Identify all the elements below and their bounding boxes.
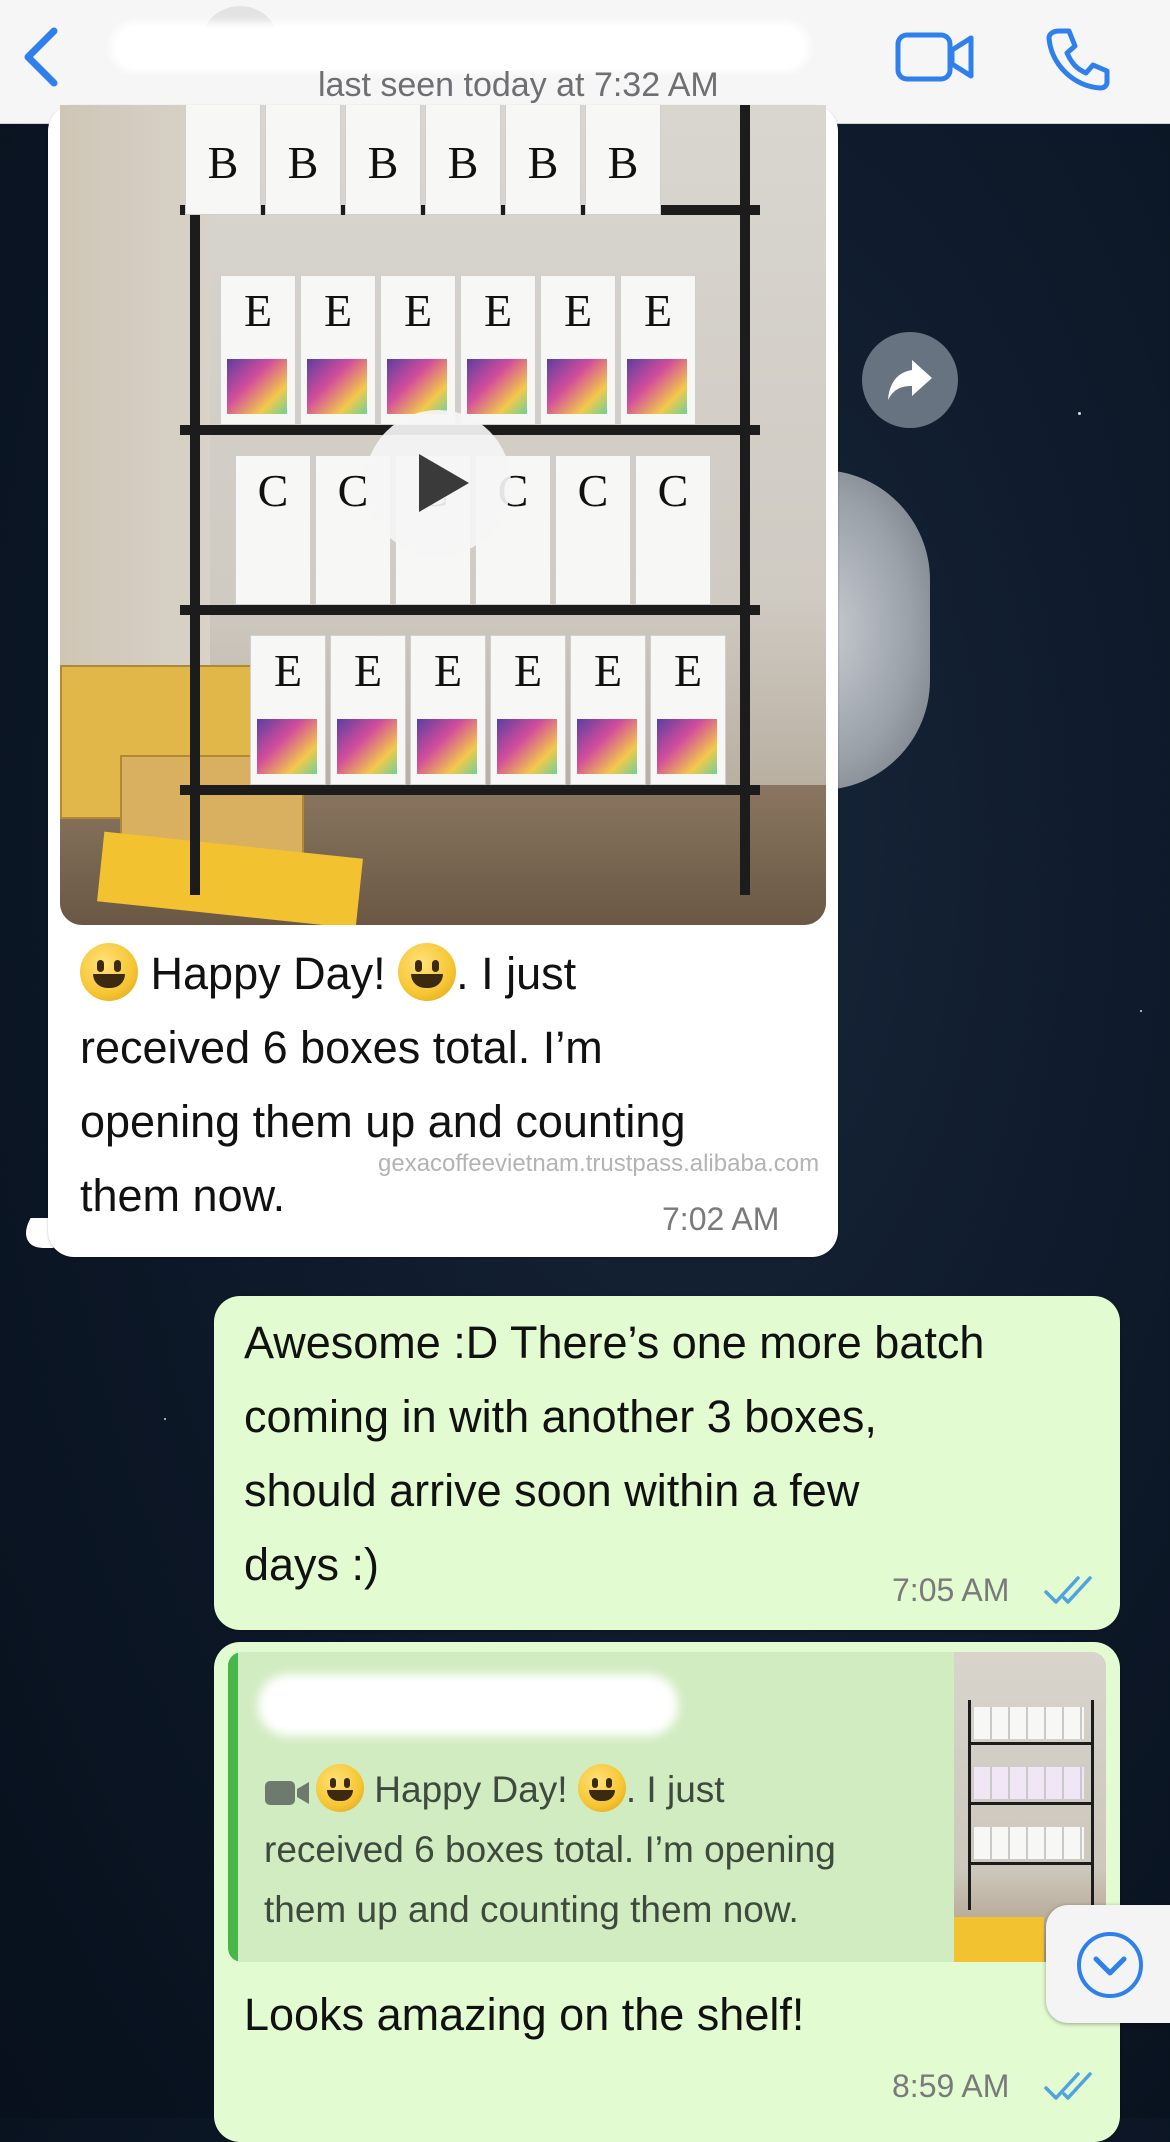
coffee-bag: E [330,635,406,785]
coffee-bag: C [235,455,311,605]
last-seen-status: last seen today at 7:32 AM [318,66,719,104]
video-call-button[interactable] [895,30,975,84]
forward-button[interactable] [862,332,958,428]
outgoing-message-bubble[interactable]: Awesome :D There’s one more batch coming… [214,1296,1120,1630]
double-check-icon [1044,1576,1092,1604]
phone-icon [1046,28,1110,91]
coffee-bag: E [460,275,536,425]
coffee-bag: B [505,105,581,215]
quote-bar [228,1652,238,1962]
coffee-bag: B [425,105,501,215]
coffee-bag: E [300,275,376,425]
star [164,1418,166,1420]
coffee-bag: B [265,105,341,215]
star [1078,412,1081,415]
coffee-bag: E [380,275,456,425]
message-time: 7:05 AM [892,1572,1010,1608]
smiley-emoji-icon [577,1764,626,1812]
video-thumbnail[interactable]: B B B B B B E E E E E E C C C C C C E E … [60,105,826,925]
smiley-emoji-icon [80,943,138,1001]
video-call-icon [895,32,974,82]
coffee-bag: E [540,275,616,425]
coffee-bag: C [635,455,711,605]
coffee-bag: B [585,105,661,215]
star [1140,1010,1142,1012]
coffee-bag: E [410,635,486,785]
coffee-bag: E [490,635,566,785]
coffee-bag: E [250,635,326,785]
chevron-down-circle-icon [1077,1932,1143,1998]
outgoing-reply-text: Looks amazing on the shelf! [244,1989,805,2040]
coffee-bag: E [620,275,696,425]
smiley-emoji-icon [398,943,457,1001]
coffee-bag: E [650,635,726,785]
play-icon [419,454,469,512]
double-check-icon [1044,2072,1092,2100]
coffee-bag: B [185,105,261,215]
back-chevron-icon [24,27,58,87]
play-button[interactable] [365,410,511,556]
message-time: 8:59 AM [892,2068,1010,2104]
coffee-bag: E [220,275,296,425]
share-icon [888,360,932,400]
contact-name-redacted[interactable] [110,22,810,72]
camera-icon [265,1781,309,1805]
smiley-emoji-icon [316,1764,364,1812]
incoming-message-text: Happy Day! . I just received 6 boxes tot… [80,937,820,1233]
scroll-to-bottom-button[interactable] [1046,1905,1170,2023]
voice-call-button[interactable] [1045,26,1111,92]
coffee-bag: B [345,105,421,215]
incoming-message-bubble[interactable]: B B B B B B E E E E E E C C C C C C E E … [48,105,838,1257]
message-time: 7:02 AM [662,1201,780,1237]
watermark: gexacoffeevietnam.trustpass.alibaba.com [378,1150,820,1177]
outgoing-message-text: Awesome :D There’s one more batch coming… [244,1317,985,1590]
quoted-text: Happy Day! . I just received 6 boxes tot… [264,1760,904,1940]
coffee-bag: C [555,455,631,605]
quoted-message[interactable]: Happy Day! . I just received 6 boxes tot… [228,1652,1106,1962]
back-button[interactable] [20,25,70,95]
coffee-bag: E [570,635,646,785]
quoted-sender-redacted [258,1674,678,1736]
